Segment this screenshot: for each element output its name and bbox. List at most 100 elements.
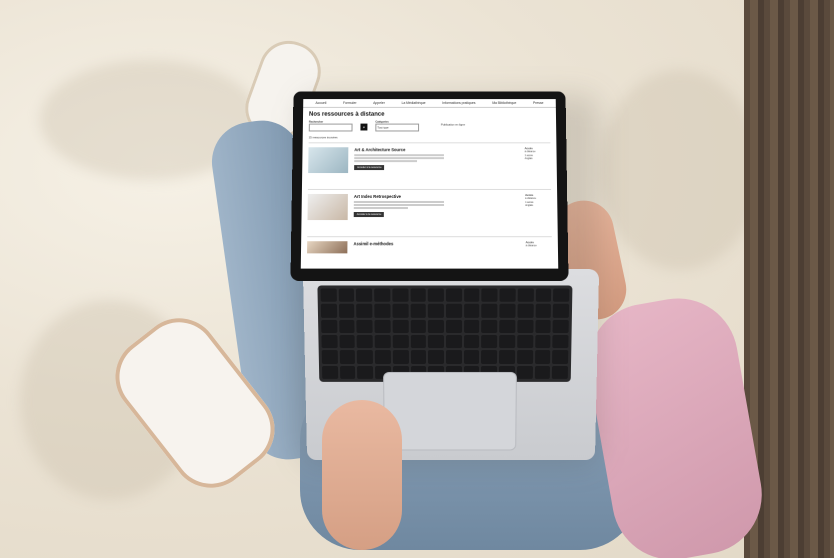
- keyboard-key[interactable]: [392, 304, 409, 318]
- keyboard-key[interactable]: [321, 365, 338, 379]
- keyboard-key[interactable]: [553, 304, 570, 318]
- keyboard-key[interactable]: [428, 350, 444, 364]
- keyboard-key[interactable]: [356, 335, 373, 349]
- keyboard-key[interactable]: [481, 335, 498, 349]
- keyboard-key[interactable]: [552, 350, 569, 364]
- keyboard-key[interactable]: [320, 304, 337, 318]
- keyboard-key[interactable]: [321, 319, 338, 334]
- keyboard-key[interactable]: [374, 350, 391, 364]
- resource-description: [354, 154, 444, 163]
- keyboard-key[interactable]: [338, 288, 355, 303]
- keyboard-key[interactable]: [463, 288, 480, 303]
- keyboard-key[interactable]: [552, 365, 569, 379]
- search-button[interactable]: ⌕: [360, 123, 368, 131]
- resource-title[interactable]: Art & Architecture Source: [354, 147, 524, 152]
- keyboard-key[interactable]: [463, 335, 480, 349]
- keyboard-key[interactable]: [321, 335, 338, 349]
- keyboard-key[interactable]: [428, 304, 444, 318]
- keyboard-key[interactable]: [410, 319, 427, 334]
- keyboard-key[interactable]: [339, 350, 356, 364]
- nav-item-accueil[interactable]: Accueil: [315, 101, 326, 105]
- nav-item-appeler[interactable]: Appeler: [373, 101, 385, 105]
- keyboard-key[interactable]: [534, 319, 551, 334]
- keyboard-key[interactable]: [552, 335, 569, 349]
- keyboard-key[interactable]: [339, 335, 356, 349]
- keyboard-key[interactable]: [535, 288, 552, 303]
- publication-link[interactable]: Publication en ligne: [441, 123, 465, 127]
- nav-item-presse[interactable]: Presse: [533, 101, 544, 105]
- keyboard-key[interactable]: [481, 304, 498, 318]
- keyboard-key[interactable]: [374, 288, 391, 303]
- keyboard-key[interactable]: [357, 365, 374, 379]
- keyboard-key[interactable]: [356, 319, 373, 334]
- resource-meta: Accès à distance 1 accès Anglais: [524, 146, 551, 160]
- keyboard-key[interactable]: [410, 335, 427, 349]
- keyboard-key[interactable]: [356, 288, 373, 303]
- keyboard-key[interactable]: [534, 365, 551, 379]
- keyboard-key[interactable]: [481, 319, 498, 334]
- keyboard-key[interactable]: [517, 304, 534, 318]
- keyboard-key[interactable]: [552, 319, 569, 334]
- keyboard-key[interactable]: [392, 335, 409, 349]
- laptop-screen-bezel: Accueil Formuler Appeler La Médiathèque …: [290, 91, 569, 281]
- nav-item-infos[interactable]: Informations pratiques: [442, 101, 475, 105]
- keyboard-key[interactable]: [516, 350, 533, 364]
- keyword-input[interactable]: [308, 123, 353, 132]
- keyboard-key[interactable]: [392, 288, 409, 303]
- keyboard-key[interactable]: [499, 288, 516, 303]
- keyboard-key[interactable]: [338, 319, 355, 334]
- keyboard-key[interactable]: [499, 304, 516, 318]
- keyboard-key[interactable]: [445, 319, 462, 334]
- keyboard-key[interactable]: [320, 288, 337, 303]
- keyboard-key[interactable]: [445, 304, 462, 318]
- keyboard-key[interactable]: [428, 335, 444, 349]
- keyboard-key[interactable]: [481, 288, 498, 303]
- keyboard-key[interactable]: [410, 350, 427, 364]
- keyboard-key[interactable]: [445, 288, 462, 303]
- nav-item-mediatheque[interactable]: La Médiathèque: [401, 101, 425, 105]
- resource-meta: Accès à distance: [526, 240, 552, 248]
- access-resource-button[interactable]: Accéder à la ressource: [353, 212, 385, 218]
- keyboard-key[interactable]: [428, 288, 444, 303]
- keyboard-key[interactable]: [357, 350, 374, 364]
- nav-item-formuler[interactable]: Formuler: [343, 101, 356, 105]
- keyboard-key[interactable]: [339, 365, 356, 379]
- resource-title[interactable]: Art Index Retrospective: [354, 194, 525, 199]
- site-nav: Accueil Formuler Appeler La Médiathèque …: [303, 99, 556, 108]
- keyboard-key[interactable]: [428, 319, 444, 334]
- trackpad[interactable]: [383, 371, 517, 451]
- category-select[interactable]: Tout type: [375, 123, 420, 132]
- keyboard-key[interactable]: [517, 319, 534, 334]
- keyboard-key[interactable]: [499, 335, 516, 349]
- keyboard-key[interactable]: [534, 335, 551, 349]
- keyboard-key[interactable]: [321, 350, 338, 364]
- keyboard-key[interactable]: [374, 319, 391, 334]
- keyboard-key[interactable]: [445, 350, 462, 364]
- keyboard-key[interactable]: [410, 304, 427, 318]
- keyboard-key[interactable]: [534, 350, 551, 364]
- keyboard-key[interactable]: [410, 288, 427, 303]
- keyboard-key[interactable]: [517, 288, 534, 303]
- access-resource-button[interactable]: Accéder à la ressource: [354, 165, 385, 171]
- keyboard-key[interactable]: [463, 350, 480, 364]
- resource-description: [353, 200, 445, 210]
- keyboard-key[interactable]: [392, 350, 409, 364]
- keyboard-key[interactable]: [499, 319, 516, 334]
- keyboard-key[interactable]: [356, 304, 373, 318]
- keyboard-key[interactable]: [481, 350, 498, 364]
- keyboard-key[interactable]: [392, 319, 409, 334]
- keyboard-key[interactable]: [445, 335, 462, 349]
- nav-item-ma-bibliotheque[interactable]: Ma Bibliothèque: [492, 101, 516, 105]
- meta-label: Accès: [524, 146, 533, 151]
- keyboard-key[interactable]: [535, 304, 552, 318]
- keyboard-key[interactable]: [374, 335, 391, 349]
- keyboard-key[interactable]: [499, 350, 515, 364]
- resource-title[interactable]: Assimil e-méthodes: [353, 241, 525, 246]
- keyboard-key[interactable]: [463, 319, 480, 334]
- keyboard-key[interactable]: [463, 304, 480, 318]
- keyboard-key[interactable]: [374, 304, 391, 318]
- keyboard-key[interactable]: [553, 288, 570, 303]
- keyboard-key[interactable]: [516, 365, 533, 379]
- keyboard-key[interactable]: [338, 304, 355, 318]
- keyboard-key[interactable]: [517, 335, 533, 349]
